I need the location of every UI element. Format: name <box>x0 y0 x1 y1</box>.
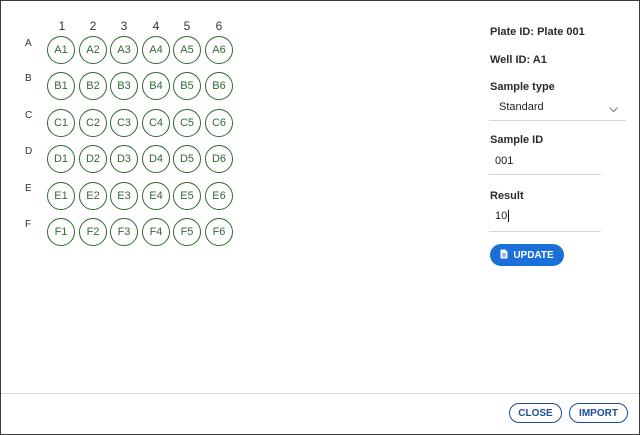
sample-type-label: Sample type <box>490 81 555 93</box>
well-e2[interactable]: E2 <box>79 182 107 210</box>
well-d2[interactable]: D2 <box>79 145 107 173</box>
well-d4[interactable]: D4 <box>142 145 170 173</box>
well-c2[interactable]: C2 <box>79 109 107 137</box>
result-input[interactable]: 10 <box>495 210 601 226</box>
text-cursor <box>508 210 510 223</box>
well-f5[interactable]: F5 <box>173 218 201 246</box>
well-f4[interactable]: F4 <box>142 218 170 246</box>
well-a5[interactable]: A5 <box>173 36 201 64</box>
well-f2[interactable]: F2 <box>79 218 107 246</box>
row-header-d: D <box>25 146 33 157</box>
column-header-1: 1 <box>58 19 66 33</box>
sample-type-select[interactable]: Standard <box>489 93 625 120</box>
sample-type-underline <box>489 120 626 121</box>
well-b4[interactable]: B4 <box>142 72 170 100</box>
well-a2[interactable]: A2 <box>79 36 107 64</box>
well-id-label: Well ID: A1 <box>490 54 547 66</box>
row-header-c: C <box>25 110 33 121</box>
well-f6[interactable]: F6 <box>205 218 233 246</box>
row-header-f: F <box>25 219 32 230</box>
well-a3[interactable]: A3 <box>110 36 138 64</box>
well-e5[interactable]: E5 <box>173 182 201 210</box>
well-c5[interactable]: C5 <box>173 109 201 137</box>
row-header-b: B <box>25 73 32 84</box>
well-b6[interactable]: B6 <box>205 72 233 100</box>
column-header-2: 2 <box>89 19 97 33</box>
update-label: UPDATE <box>513 249 554 261</box>
chevron-down-icon <box>609 100 618 113</box>
column-header-3: 3 <box>120 19 128 33</box>
well-e3[interactable]: E3 <box>110 182 138 210</box>
well-d1[interactable]: D1 <box>47 145 75 173</box>
result-underline <box>489 231 601 232</box>
sample-id-label: Sample ID <box>490 134 544 146</box>
column-header-5: 5 <box>183 19 191 33</box>
well-c3[interactable]: C3 <box>110 109 138 137</box>
plate-dialog: 1 2 3 4 5 6 A B C D E F A1 A2 A3 A4 A5 A… <box>0 0 640 435</box>
well-e6[interactable]: E6 <box>205 182 233 210</box>
well-d3[interactable]: D3 <box>110 145 138 173</box>
sample-type-value: Standard <box>499 101 544 113</box>
well-a6[interactable]: A6 <box>205 36 233 64</box>
import-button[interactable]: IMPORT <box>569 403 628 423</box>
well-f3[interactable]: F3 <box>110 218 138 246</box>
well-a1[interactable]: A1 <box>47 36 75 64</box>
column-header-6: 6 <box>215 19 223 33</box>
well-b5[interactable]: B5 <box>173 72 201 100</box>
well-d5[interactable]: D5 <box>173 145 201 173</box>
column-header-4: 4 <box>152 19 160 33</box>
well-e4[interactable]: E4 <box>142 182 170 210</box>
close-button[interactable]: CLOSE <box>509 403 562 423</box>
row-header-e: E <box>25 183 32 194</box>
well-d6[interactable]: D6 <box>205 145 233 173</box>
well-c1[interactable]: C1 <box>47 109 75 137</box>
result-value: 10 <box>495 210 508 222</box>
well-f1[interactable]: F1 <box>47 218 75 246</box>
row-header-a: A <box>25 38 32 49</box>
update-button[interactable]: UPDATE <box>490 244 564 266</box>
well-b1[interactable]: B1 <box>47 72 75 100</box>
well-c4[interactable]: C4 <box>142 109 170 137</box>
well-b2[interactable]: B2 <box>79 72 107 100</box>
footer-divider <box>1 393 639 394</box>
sample-id-underline <box>489 174 601 175</box>
well-details-panel: Plate ID: Plate 001 Well ID: A1 Sample t… <box>479 1 629 381</box>
sample-id-input[interactable]: 001 <box>495 155 601 171</box>
plate-id-label: Plate ID: Plate 001 <box>490 26 585 38</box>
well-a4[interactable]: A4 <box>142 36 170 64</box>
well-b3[interactable]: B3 <box>110 72 138 100</box>
well-c6[interactable]: C6 <box>205 109 233 137</box>
document-icon <box>500 249 508 262</box>
result-label: Result <box>490 190 524 202</box>
well-plate: 1 2 3 4 5 6 A B C D E F A1 A2 A3 A4 A5 A… <box>1 1 471 381</box>
well-e1[interactable]: E1 <box>47 182 75 210</box>
